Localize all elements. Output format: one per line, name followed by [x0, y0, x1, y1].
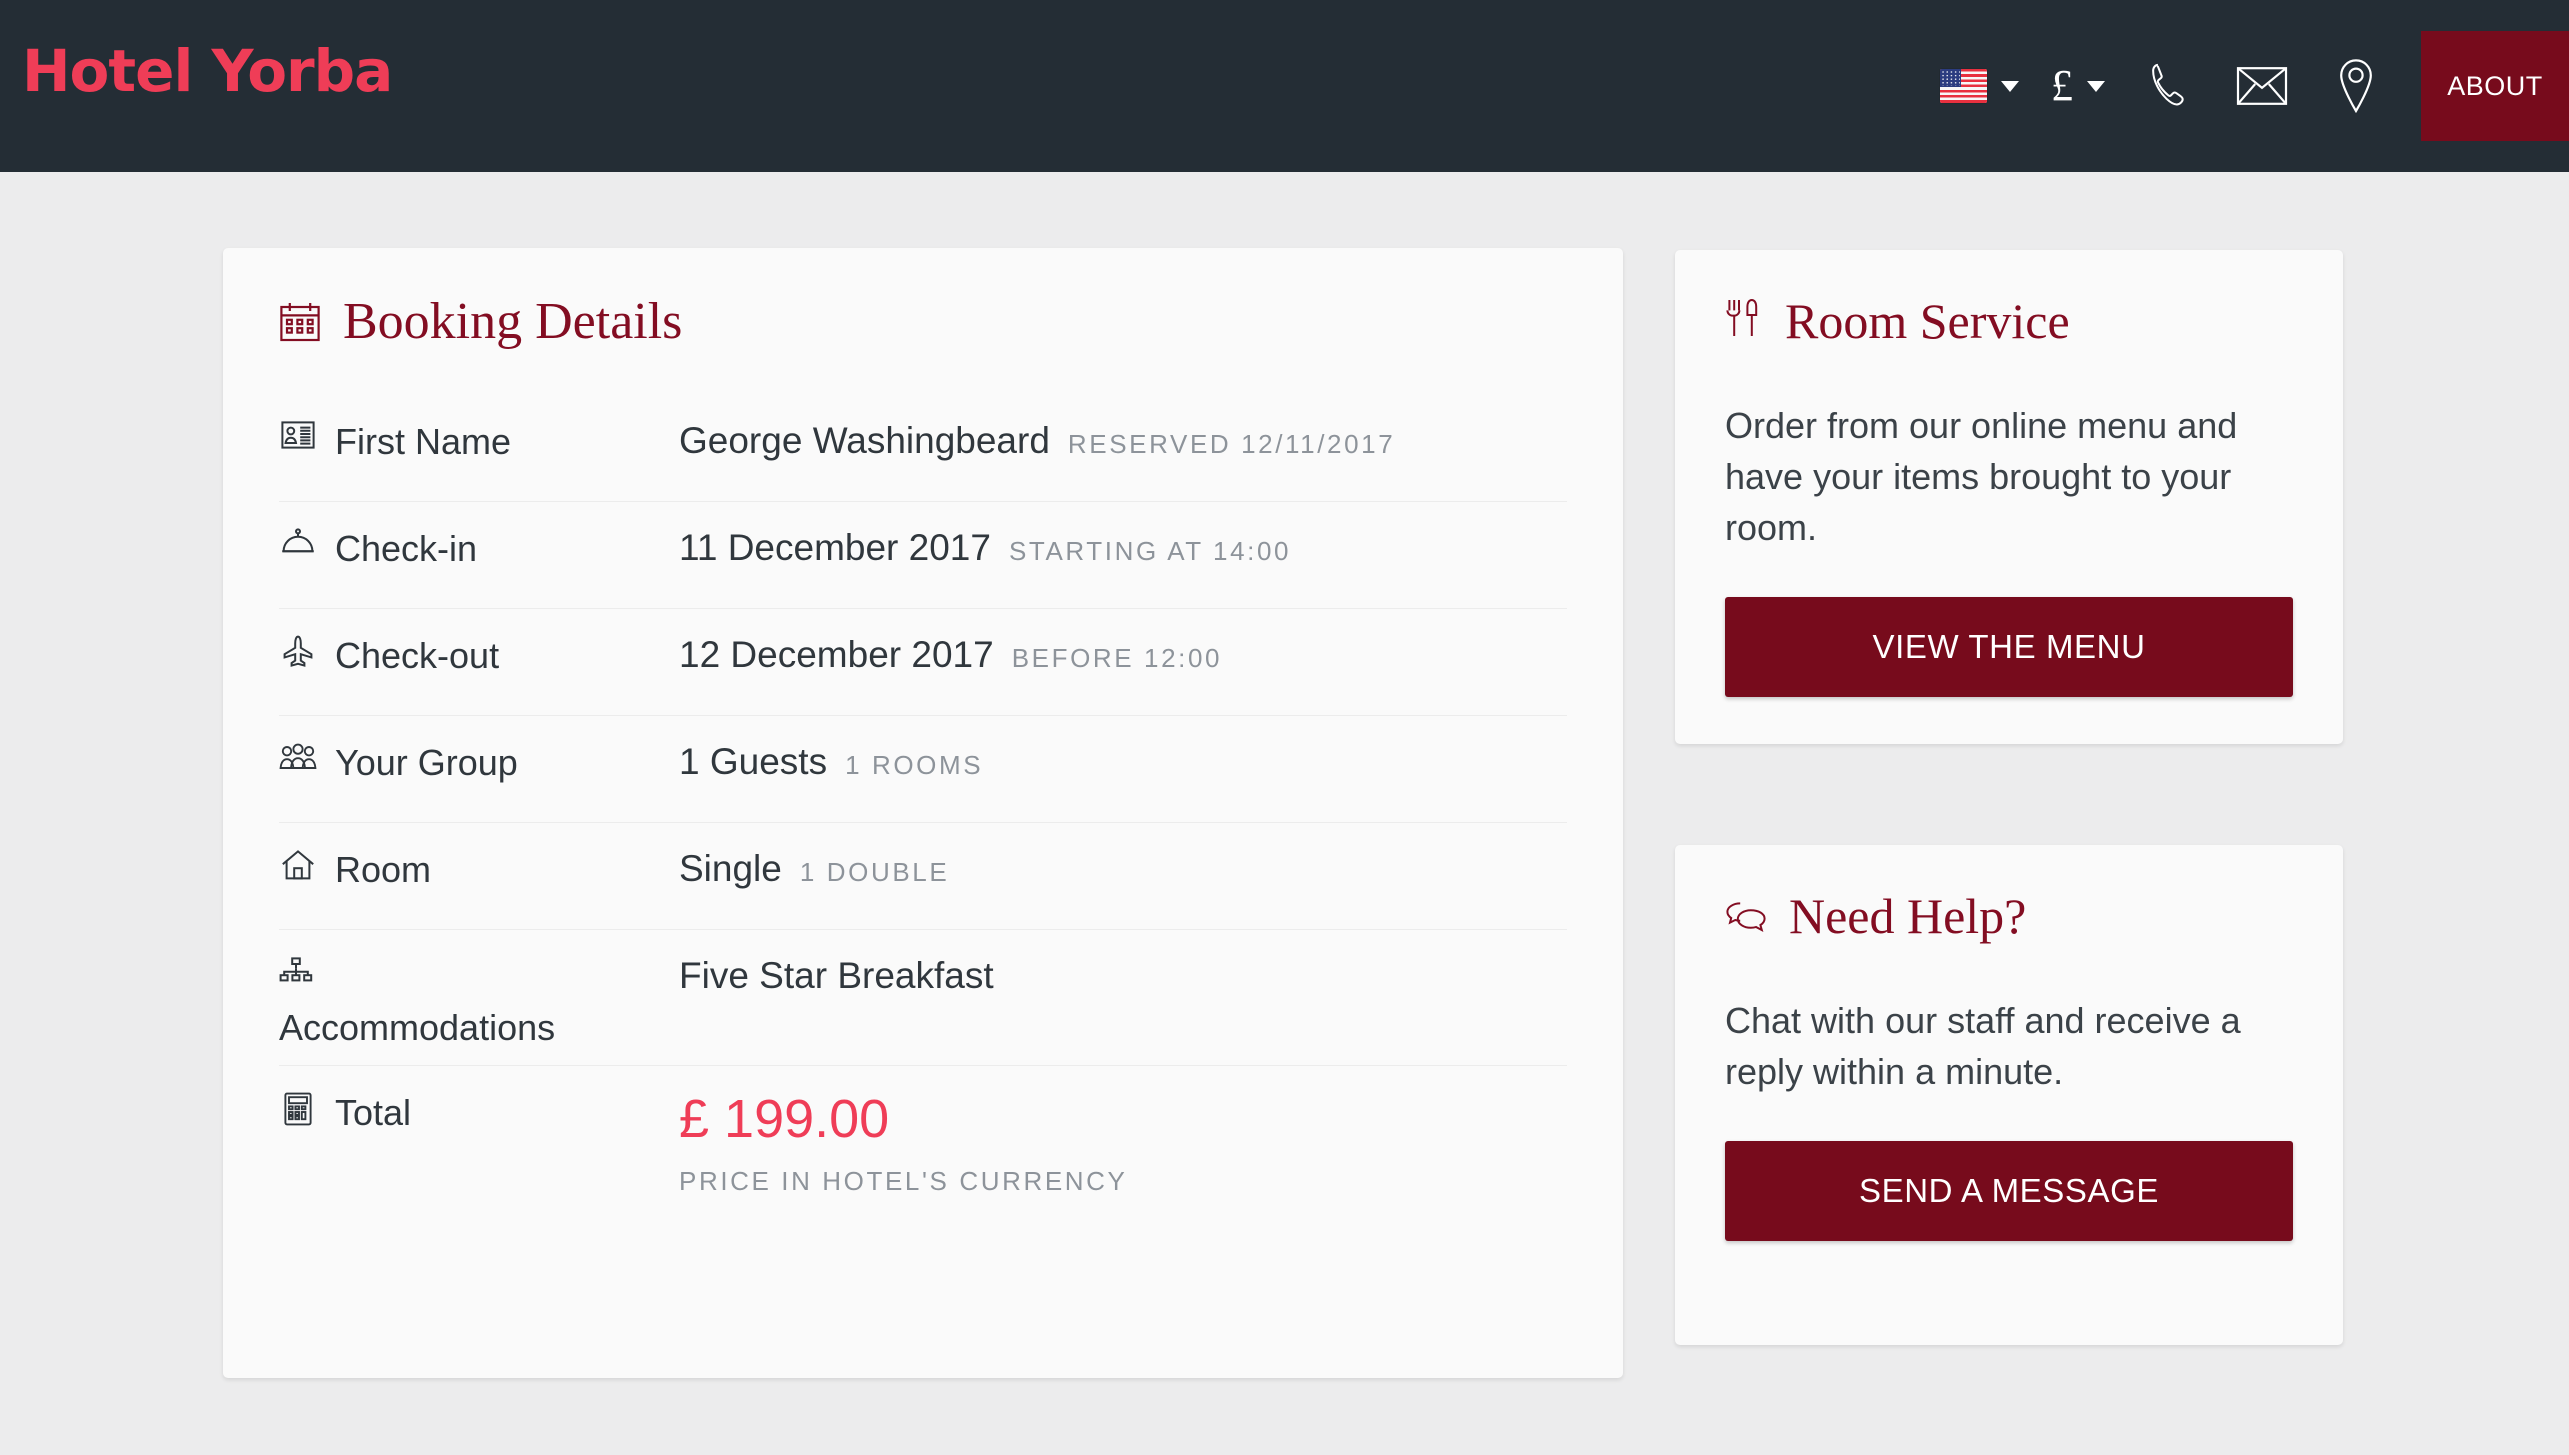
- row-value-meta: BEFORE 12:00: [1011, 643, 1223, 673]
- row-label: Check-out: [279, 631, 679, 676]
- total-value: £ 199.00 PRICE IN HOTEL'S CURRENCY: [679, 1088, 1127, 1197]
- room-service-title: Room Service: [1725, 250, 2293, 350]
- row-value: 11 December 2017 STARTING AT 14:00: [679, 524, 1291, 570]
- room-service-body: Order from our online menu and have your…: [1725, 405, 2238, 549]
- table-row: Room Single 1 DOUBLE: [279, 823, 1567, 930]
- row-label: First Name: [279, 417, 679, 462]
- row-label-text: Your Group: [335, 742, 518, 783]
- page-body: Booking Details First Name George Washin…: [0, 172, 2569, 1455]
- room-service-card: Room Service Order from our online menu …: [1675, 250, 2343, 744]
- language-selector[interactable]: [1924, 0, 2035, 172]
- calculator-icon: [279, 1092, 317, 1126]
- chevron-down-icon: [2001, 80, 2019, 92]
- table-row-total: Total £ 199.00 PRICE IN HOTEL'S CURRENCY: [279, 1066, 1567, 1247]
- page-title: Booking Details: [279, 248, 1567, 369]
- row-value: 12 December 2017 BEFORE 12:00: [679, 631, 1222, 677]
- row-label: Accommodations: [279, 952, 679, 1049]
- row-value-meta: RESERVED 12/11/2017: [1067, 429, 1396, 459]
- row-value-primary: George Washingbeard: [679, 420, 1050, 461]
- sitemap-icon: [279, 956, 317, 997]
- us-flag-icon: [1940, 69, 1987, 103]
- total-price: £ 199.00: [679, 1088, 890, 1149]
- row-value-primary: 1 Guests: [679, 741, 828, 782]
- site-header: Hotel Yorba £ ABOUT: [0, 0, 2569, 172]
- table-row: Check-in 11 December 2017 STARTING AT 14…: [279, 502, 1567, 609]
- row-label-text: Accommodations: [279, 1007, 556, 1049]
- airplane-icon: [279, 635, 317, 669]
- row-label: Room: [279, 845, 679, 890]
- row-value: George Washingbeard RESERVED 12/11/2017: [679, 417, 1395, 463]
- row-value: 1 Guests 1 ROOMS: [679, 738, 983, 784]
- need-help-title-text: Need Help?: [1789, 888, 2027, 944]
- row-label: Total: [279, 1088, 679, 1133]
- row-label-text: Check-in: [335, 528, 478, 569]
- header-right-cluster: £ ABOUT: [1924, 0, 2569, 172]
- table-row: Your Group 1 Guests 1 ROOMS: [279, 716, 1567, 823]
- phone-icon[interactable]: [2121, 0, 2215, 172]
- row-label-text: Room: [335, 849, 432, 890]
- send-message-button[interactable]: SEND A MESSAGE: [1725, 1141, 2293, 1242]
- row-label: Your Group: [279, 738, 679, 783]
- booking-details-card: Booking Details First Name George Washin…: [223, 248, 1623, 1378]
- site-logo[interactable]: Hotel Yorba: [22, 42, 393, 100]
- total-price-note: PRICE IN HOTEL'S CURRENCY: [679, 1165, 1128, 1196]
- table-row: Accommodations Five Star Breakfast: [279, 930, 1567, 1066]
- row-value-primary: Single: [679, 848, 782, 889]
- need-help-card: Need Help? Chat with our staff and recei…: [1675, 845, 2343, 1345]
- row-label: Check-in: [279, 524, 679, 569]
- row-value-primary: Five Star Breakfast: [679, 955, 994, 996]
- row-value: Five Star Breakfast: [679, 952, 1012, 998]
- row-value-meta: 1 ROOMS: [845, 750, 984, 780]
- table-row: Check-out 12 December 2017 BEFORE 12:00: [279, 609, 1567, 716]
- row-value: Single 1 DOUBLE: [679, 845, 949, 891]
- envelope-icon[interactable]: [2215, 0, 2309, 172]
- need-help-body: Chat with our staff and receive a reply …: [1725, 1000, 2241, 1093]
- id-card-icon: [279, 421, 317, 449]
- row-label-text: Check-out: [335, 635, 500, 676]
- fork-knife-icon: [1725, 292, 1763, 350]
- room-service-title-text: Room Service: [1785, 293, 2070, 349]
- calendar-icon: [279, 301, 321, 343]
- currency-selector[interactable]: £: [2035, 0, 2121, 172]
- row-label-text: First Name: [335, 421, 512, 462]
- currency-symbol: £: [2051, 61, 2073, 110]
- about-button[interactable]: ABOUT: [2421, 31, 2569, 141]
- row-value-meta: 1 DOUBLE: [799, 857, 950, 887]
- table-row: First Name George Washingbeard RESERVED …: [279, 395, 1567, 502]
- chat-bubbles-icon: [1725, 887, 1767, 945]
- page-title-text: Booking Details: [343, 293, 683, 350]
- view-menu-button[interactable]: VIEW THE MENU: [1725, 597, 2293, 698]
- row-value-primary: 12 December 2017: [679, 634, 994, 675]
- service-bell-icon: [279, 528, 317, 558]
- row-value-primary: 11 December 2017: [679, 527, 991, 568]
- map-pin-icon[interactable]: [2309, 0, 2403, 172]
- home-icon: [279, 849, 317, 881]
- need-help-title: Need Help?: [1725, 845, 2293, 945]
- chevron-down-icon: [2087, 80, 2105, 92]
- row-label-text: Total: [335, 1091, 412, 1133]
- group-icon: [279, 742, 317, 770]
- row-value-meta: STARTING AT 14:00: [1008, 536, 1292, 566]
- booking-details-table: First Name George Washingbeard RESERVED …: [279, 395, 1567, 1247]
